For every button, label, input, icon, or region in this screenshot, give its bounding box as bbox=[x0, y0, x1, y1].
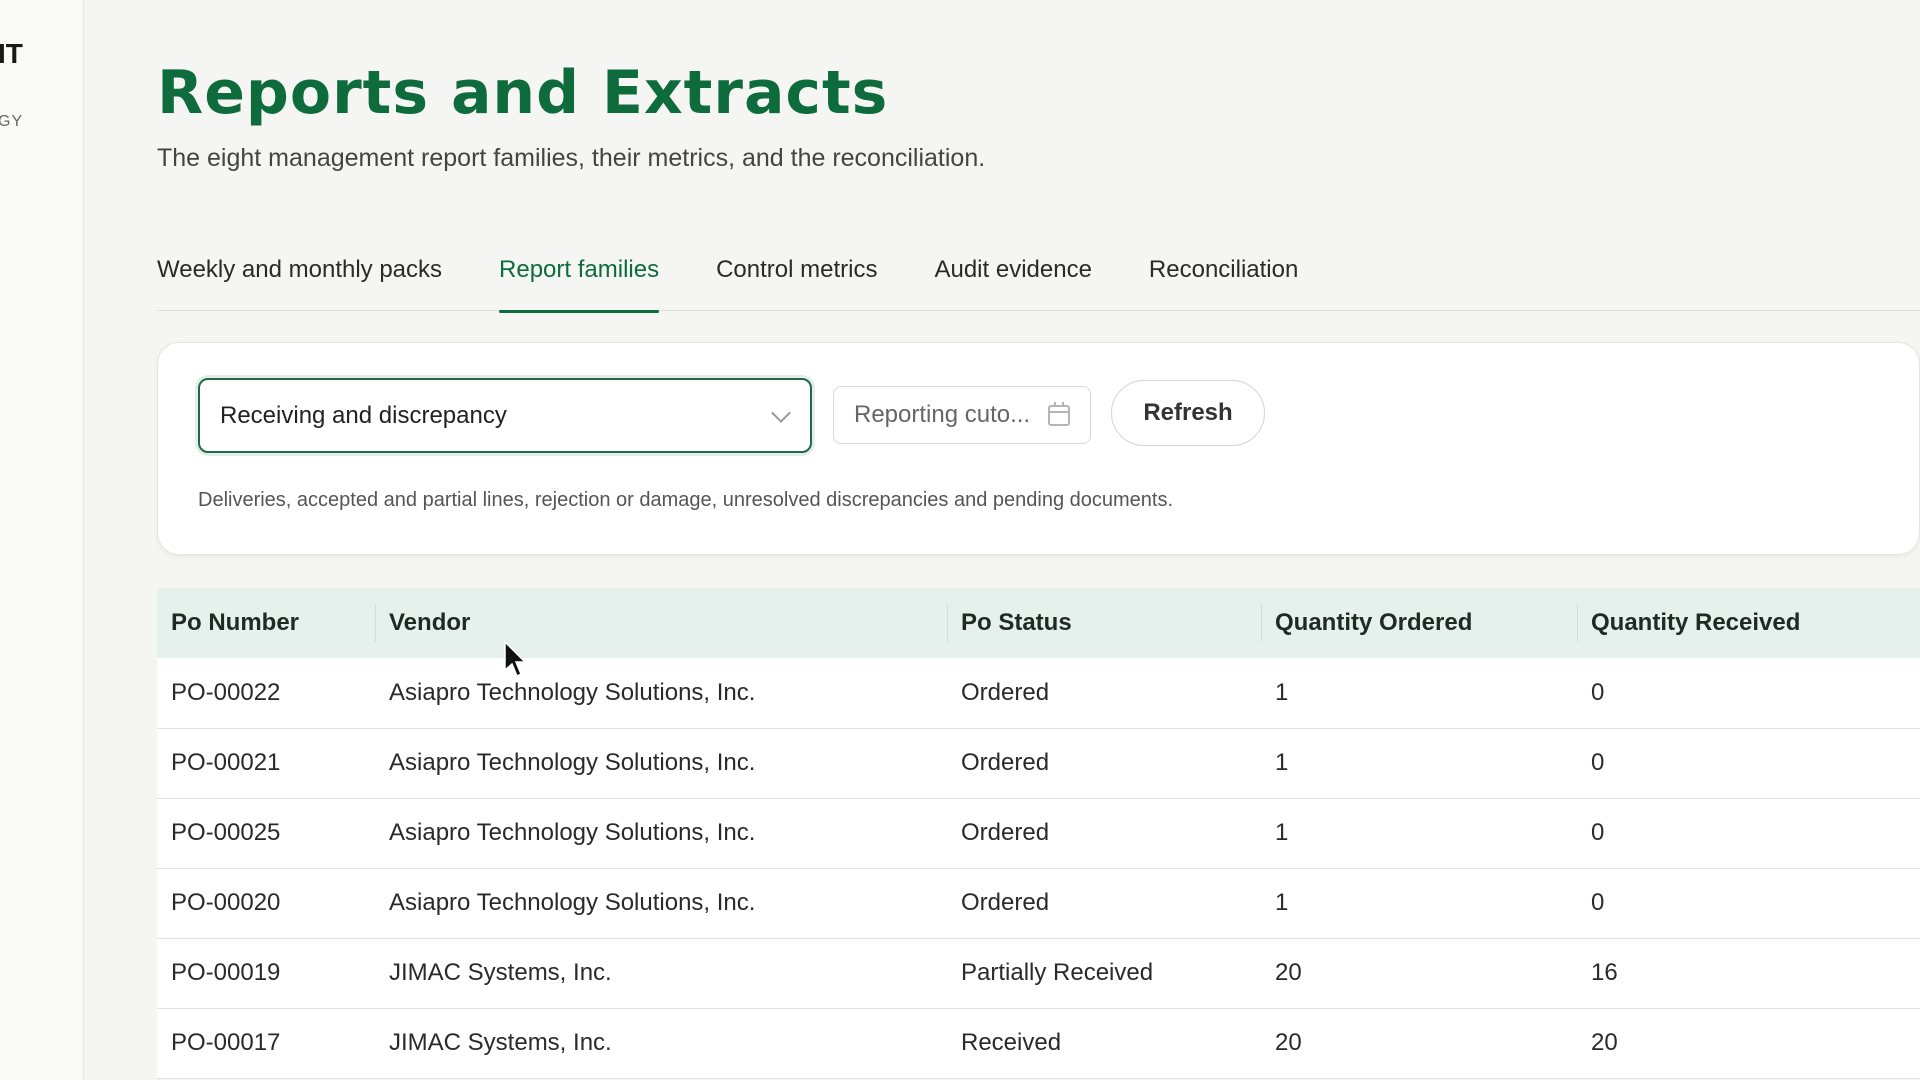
sidebar: IT GY bbox=[0, 0, 84, 1080]
column-header-vendor[interactable]: Vendor bbox=[375, 588, 947, 658]
report-family-value: Receiving and discrepancy bbox=[220, 401, 507, 429]
cell-po-status: Partially Received bbox=[961, 959, 1154, 986]
table-row[interactable]: PO-00017 JIMAC Systems, Inc. Received 20… bbox=[157, 1008, 1920, 1078]
cell-vendor: Asiapro Technology Solutions, Inc. bbox=[389, 749, 756, 776]
cell-quantity-received: 0 bbox=[1591, 889, 1605, 916]
filter-card: Receiving and discrepancy Refresh Delive… bbox=[157, 342, 1920, 555]
column-header-quantity-received[interactable]: Quantity Received bbox=[1577, 588, 1920, 658]
cell-po-number: PO-00017 bbox=[171, 1029, 281, 1056]
column-header-po-number[interactable]: Po Number bbox=[157, 588, 375, 658]
cell-quantity-received: 20 bbox=[1591, 1029, 1618, 1056]
table-row[interactable]: PO-00022 Asiapro Technology Solutions, I… bbox=[157, 658, 1920, 728]
page-title: Reports and Extracts bbox=[157, 58, 889, 128]
cell-po-status: Ordered bbox=[961, 678, 1050, 706]
cell-po-status: Received bbox=[961, 1029, 1062, 1056]
brand-logo-text: IT bbox=[0, 38, 23, 69]
calendar-icon[interactable] bbox=[1048, 402, 1070, 426]
tab-weekly-monthly-packs[interactable]: Weekly and monthly packs bbox=[157, 250, 442, 311]
report-family-description: Deliveries, accepted and partial lines, … bbox=[198, 489, 1174, 511]
refresh-button[interactable]: Refresh bbox=[1111, 380, 1265, 446]
cell-po-number: PO-00021 bbox=[171, 749, 281, 776]
report-table: Po Number Vendor Po Status Quantity Orde… bbox=[157, 588, 1920, 1079]
cell-po-number: PO-00022 bbox=[171, 678, 281, 706]
cell-quantity-ordered: 1 bbox=[1275, 749, 1289, 776]
tab-bar: Weekly and monthly packs Report families… bbox=[157, 250, 1920, 313]
cell-quantity-ordered: 20 bbox=[1275, 1029, 1302, 1056]
table-row[interactable]: PO-00025 Asiapro Technology Solutions, I… bbox=[157, 798, 1920, 868]
cell-quantity-ordered: 1 bbox=[1275, 889, 1289, 916]
cell-vendor: Asiapro Technology Solutions, Inc. bbox=[389, 819, 756, 846]
cell-quantity-ordered: 1 bbox=[1275, 678, 1289, 706]
cell-po-number: PO-00019 bbox=[171, 959, 281, 986]
cell-vendor: JIMAC Systems, Inc. bbox=[389, 1029, 612, 1056]
table-header-row: Po Number Vendor Po Status Quantity Orde… bbox=[157, 588, 1920, 658]
tab-reconciliation[interactable]: Reconciliation bbox=[1149, 250, 1298, 311]
cell-quantity-received: 0 bbox=[1591, 749, 1605, 776]
cell-quantity-received: 0 bbox=[1591, 819, 1605, 846]
cell-po-status: Ordered bbox=[961, 749, 1050, 776]
cell-quantity-received: 16 bbox=[1591, 959, 1618, 986]
table-row[interactable]: PO-00020 Asiapro Technology Solutions, I… bbox=[157, 868, 1920, 938]
tab-control-metrics[interactable]: Control metrics bbox=[716, 250, 877, 311]
table-row[interactable]: PO-00021 Asiapro Technology Solutions, I… bbox=[157, 728, 1920, 798]
cell-po-status: Ordered bbox=[961, 819, 1050, 846]
cell-po-number: PO-00025 bbox=[171, 819, 281, 846]
cell-po-number: PO-00020 bbox=[171, 889, 281, 916]
report-family-select[interactable]: Receiving and discrepancy bbox=[198, 378, 812, 453]
tab-audit-evidence[interactable]: Audit evidence bbox=[934, 250, 1091, 311]
chevron-down-icon bbox=[771, 403, 791, 423]
main-content: Reports and Extracts The eight managemen… bbox=[157, 0, 1920, 1080]
reporting-cutoff-field[interactable] bbox=[833, 386, 1091, 444]
cell-quantity-received: 0 bbox=[1591, 678, 1605, 706]
cell-vendor: JIMAC Systems, Inc. bbox=[389, 959, 612, 986]
tab-report-families[interactable]: Report families bbox=[499, 250, 660, 313]
table-row[interactable]: PO-00019 JIMAC Systems, Inc. Partially R… bbox=[157, 938, 1920, 1008]
brand-tagline: GY bbox=[0, 113, 24, 130]
cell-quantity-ordered: 20 bbox=[1275, 959, 1302, 986]
cell-po-status: Ordered bbox=[961, 889, 1050, 916]
column-header-po-status[interactable]: Po Status bbox=[947, 588, 1261, 658]
page-subtitle: The eight management report families, th… bbox=[157, 144, 986, 172]
cell-quantity-ordered: 1 bbox=[1275, 819, 1289, 846]
cell-vendor: Asiapro Technology Solutions, Inc. bbox=[389, 889, 756, 916]
column-header-quantity-ordered[interactable]: Quantity Ordered bbox=[1261, 588, 1577, 658]
report-table-container: Po Number Vendor Po Status Quantity Orde… bbox=[157, 588, 1920, 1079]
cell-vendor: Asiapro Technology Solutions, Inc. bbox=[389, 678, 756, 706]
reporting-cutoff-input[interactable] bbox=[854, 401, 1039, 429]
